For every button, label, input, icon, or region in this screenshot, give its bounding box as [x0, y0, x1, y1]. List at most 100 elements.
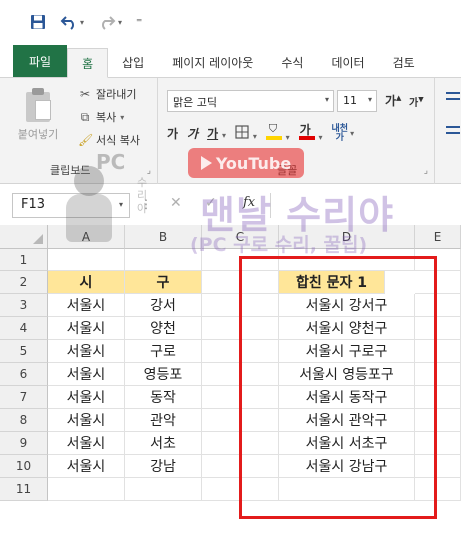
- insert-function-button[interactable]: fx: [243, 195, 255, 210]
- cell-a1[interactable]: [48, 249, 125, 271]
- row-header-10[interactable]: 10: [0, 455, 48, 478]
- cell-e10[interactable]: [415, 455, 461, 478]
- cell-c2[interactable]: [202, 271, 279, 294]
- cell-d2[interactable]: 합친 문자 1: [279, 271, 385, 294]
- phonetic-guide-button[interactable]: 내천 가 ▾: [332, 124, 355, 143]
- cell-d10[interactable]: 서울시 강남구: [279, 455, 415, 478]
- select-all-button[interactable]: [0, 225, 48, 249]
- row-header-9[interactable]: 9: [0, 432, 48, 455]
- cell-b6[interactable]: 영등포: [125, 363, 202, 386]
- cell-d1[interactable]: [279, 249, 415, 271]
- tab-formulas[interactable]: 수식: [267, 47, 317, 77]
- paste-button[interactable]: 붙여넣기: [14, 86, 62, 154]
- row-header-8[interactable]: 8: [0, 409, 48, 432]
- redo-button[interactable]: ▾: [98, 14, 122, 30]
- cell-e3[interactable]: [415, 294, 461, 317]
- row-header-2[interactable]: 2: [0, 271, 48, 294]
- cell-b3[interactable]: 강서: [125, 294, 202, 317]
- tab-home[interactable]: 홈: [67, 48, 109, 78]
- column-header-a[interactable]: A: [48, 225, 125, 249]
- row-header-3[interactable]: 3: [0, 294, 48, 317]
- cell-c7[interactable]: [202, 386, 279, 409]
- cell-b7[interactable]: 동작: [125, 386, 202, 409]
- cancel-entry-button[interactable]: ✕: [170, 195, 182, 211]
- cell-e7[interactable]: [415, 386, 461, 409]
- cell-a2[interactable]: 시: [48, 271, 125, 294]
- cell-b8[interactable]: 관악: [125, 409, 202, 432]
- cell-a3[interactable]: 서울시: [48, 294, 125, 317]
- underline-dropdown-icon[interactable]: ▾: [222, 131, 226, 140]
- column-header-d[interactable]: D: [279, 225, 415, 249]
- cell-b11[interactable]: [125, 478, 202, 501]
- formula-input[interactable]: [270, 193, 461, 218]
- font-color-dropdown-icon[interactable]: ▾: [319, 133, 323, 142]
- cell-a8[interactable]: 서울시: [48, 409, 125, 432]
- name-box[interactable]: F13 ▾: [12, 193, 130, 218]
- row-header-5[interactable]: 5: [0, 340, 48, 363]
- cell-e11[interactable]: [415, 478, 461, 501]
- font-launcher-icon[interactable]: ⌟: [424, 166, 428, 176]
- fill-color-dropdown-icon[interactable]: ▾: [286, 133, 290, 142]
- cell-d7[interactable]: 서울시 동작구: [279, 386, 415, 409]
- cell-e8[interactable]: [415, 409, 461, 432]
- cell-e2[interactable]: [415, 271, 461, 294]
- grow-font-button[interactable]: 가▲: [385, 92, 401, 109]
- column-header-e[interactable]: E: [415, 225, 461, 249]
- confirm-entry-button[interactable]: ✓: [205, 195, 217, 211]
- cell-b2[interactable]: 구: [125, 271, 202, 294]
- font-color-button[interactable]: 가 ▾: [298, 123, 323, 143]
- tab-file[interactable]: 파일: [13, 45, 68, 77]
- cell-c10[interactable]: [202, 455, 279, 478]
- clipboard-launcher-icon[interactable]: ⌟: [147, 166, 151, 176]
- cell-c4[interactable]: [202, 317, 279, 340]
- cell-c6[interactable]: [202, 363, 279, 386]
- phonetic-dropdown-icon[interactable]: ▾: [350, 129, 354, 138]
- cell-e6[interactable]: [415, 363, 461, 386]
- cell-c5[interactable]: [202, 340, 279, 363]
- cell-e1[interactable]: [415, 249, 461, 271]
- cell-c11[interactable]: [202, 478, 279, 501]
- row-header-7[interactable]: 7: [0, 386, 48, 409]
- cell-d4[interactable]: 서울시 양천구: [279, 317, 415, 340]
- cell-e4[interactable]: [415, 317, 461, 340]
- cell-c8[interactable]: [202, 409, 279, 432]
- borders-dropdown-icon[interactable]: ▾: [253, 132, 257, 141]
- font-size-select[interactable]: 11 ▾: [337, 90, 377, 112]
- cell-a7[interactable]: 서울시: [48, 386, 125, 409]
- row-header-1[interactable]: 1: [0, 249, 48, 271]
- cell-a6[interactable]: 서울시: [48, 363, 125, 386]
- underline-button[interactable]: 가 ▾: [207, 125, 226, 142]
- cell-b4[interactable]: 양천: [125, 317, 202, 340]
- column-header-c[interactable]: C: [202, 225, 279, 249]
- align-top-icon[interactable]: [446, 92, 460, 94]
- italic-button[interactable]: 가: [187, 125, 198, 142]
- cell-c9[interactable]: [202, 432, 279, 455]
- redo-dropdown-icon[interactable]: ▾: [118, 18, 122, 27]
- bold-button[interactable]: 가: [167, 125, 178, 142]
- cell-b9[interactable]: 서초: [125, 432, 202, 455]
- cell-d9[interactable]: 서울시 서초구: [279, 432, 415, 455]
- cell-e5[interactable]: [415, 340, 461, 363]
- tab-review[interactable]: 검토: [379, 47, 429, 77]
- undo-button[interactable]: ▾: [60, 14, 84, 30]
- cell-d8[interactable]: 서울시 관악구: [279, 409, 415, 432]
- align-left-icon[interactable]: [446, 126, 460, 128]
- undo-dropdown-icon[interactable]: ▾: [80, 18, 84, 27]
- cell-b10[interactable]: 강남: [125, 455, 202, 478]
- fill-color-button[interactable]: ⛉ ▾: [265, 122, 290, 143]
- cell-d5[interactable]: 서울시 구로구: [279, 340, 415, 363]
- cell-a9[interactable]: 서울시: [48, 432, 125, 455]
- row-header-6[interactable]: 6: [0, 363, 48, 386]
- shrink-font-button[interactable]: 가▼: [409, 94, 424, 109]
- column-header-b[interactable]: B: [125, 225, 202, 249]
- font-name-select[interactable]: 맑은 고딕 ▾: [167, 90, 334, 112]
- cell-e9[interactable]: [415, 432, 461, 455]
- cell-b1[interactable]: [125, 249, 202, 271]
- formula-bar-resize-handle[interactable]: ⋮: [140, 197, 152, 211]
- row-header-4[interactable]: 4: [0, 317, 48, 340]
- format-painter-button[interactable]: 🖌 서식 복사: [78, 132, 140, 148]
- save-button[interactable]: [30, 14, 46, 30]
- cell-d3[interactable]: 서울시 강서구: [279, 294, 415, 317]
- row-header-11[interactable]: 11: [0, 478, 48, 501]
- copy-button[interactable]: ⧉ 복사 ▾: [78, 109, 125, 125]
